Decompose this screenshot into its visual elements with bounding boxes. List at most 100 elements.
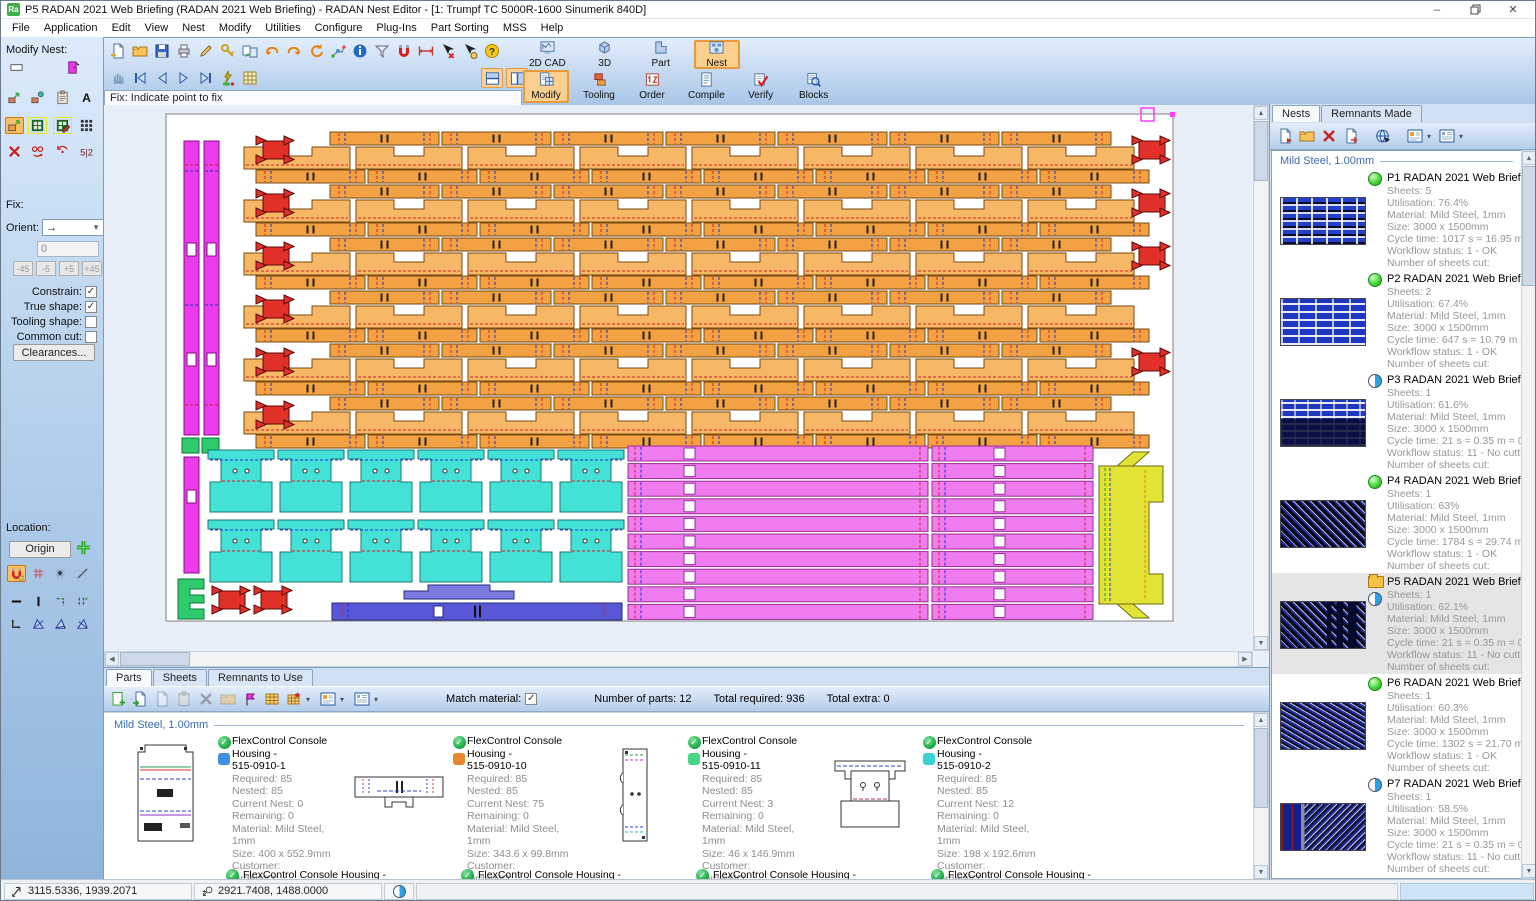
hand-icon[interactable] (108, 68, 128, 88)
tooling-shape-checkbox[interactable] (85, 316, 97, 328)
menu-help[interactable]: Help (534, 21, 571, 35)
mode-buttons-3d[interactable]: 3D (582, 40, 628, 69)
mode-buttons-nest[interactable]: Nest (694, 40, 740, 69)
tool-buttons-verify[interactable]: Verify (738, 70, 784, 103)
cursor-query-icon[interactable] (460, 41, 480, 61)
menu-view[interactable]: View (138, 21, 176, 35)
scroll-right-icon[interactable]: ▶ (1238, 652, 1252, 666)
tool-buttons-tooling[interactable]: Tooling (576, 70, 622, 103)
line-v-icon[interactable] (29, 593, 48, 610)
nest-list-item[interactable]: P5 RADAN 2021 Web BriefingSheets: 1Utili… (1272, 573, 1521, 674)
bolt-icon[interactable] (218, 68, 238, 88)
filter-icon[interactable] (372, 41, 392, 61)
nav-prev-icon[interactable] (152, 68, 172, 88)
undo-icon[interactable] (262, 41, 282, 61)
true-shape-checkbox[interactable]: ✓ (85, 301, 97, 313)
common-cut-checkbox[interactable] (85, 331, 97, 343)
tool-buttons-modify[interactable]: Modify (523, 70, 569, 103)
nav-last-icon[interactable] (196, 68, 216, 88)
split-h-icon[interactable] (481, 68, 503, 88)
clipboard-icon[interactable] (53, 89, 72, 106)
new-doc-icon[interactable] (108, 41, 128, 61)
line-h-icon[interactable] (7, 593, 26, 610)
nest-thumbnail[interactable] (1280, 197, 1366, 245)
nests-vertical-scrollbar[interactable]: ▲ ▼ (1521, 150, 1536, 879)
menu-nest[interactable]: Nest (175, 21, 212, 35)
rotate-part-icon[interactable] (53, 143, 72, 160)
minimize-button[interactable]: – (1427, 3, 1447, 17)
refresh-icon[interactable] (306, 41, 326, 61)
view-detail-icon[interactable] (352, 689, 372, 709)
delete-red-icon[interactable] (5, 143, 24, 160)
corner-pair-icon[interactable] (73, 593, 92, 610)
tab-nests[interactable]: Nests (1272, 105, 1320, 122)
chevron-down-icon[interactable]: ▾ (374, 695, 378, 704)
origin-button[interactable]: Origin (9, 541, 71, 558)
grid-all-icon[interactable] (77, 117, 96, 134)
restore-button[interactable] (1465, 3, 1485, 17)
chevron-down-icon[interactable]: ▾ (340, 695, 344, 704)
grid-edit-icon[interactable] (53, 117, 72, 134)
chevron-down-icon[interactable]: ▾ (1459, 132, 1463, 141)
clearances-button[interactable]: Clearances... (13, 344, 95, 361)
nav-first-icon[interactable] (130, 68, 150, 88)
chevron-down-icon[interactable]: ▾ (1427, 132, 1431, 141)
flat-part-icon[interactable] (7, 59, 26, 76)
paste-gray-icon[interactable] (174, 689, 194, 709)
transfer-icon[interactable] (240, 41, 260, 61)
menu-application[interactable]: Application (37, 21, 105, 35)
nest-list-item[interactable]: P6 RADAN 2021 Web BriefingSheets: 1Utili… (1272, 674, 1521, 775)
menu-part-sorting[interactable]: Part Sorting (424, 21, 496, 35)
nest-thumbnail[interactable] (1280, 702, 1366, 750)
postprocess-icon[interactable] (1373, 126, 1393, 146)
tab-parts[interactable]: Parts (106, 669, 152, 686)
orient-dropdown[interactable]: →▼ (42, 219, 104, 236)
menu-mss[interactable]: MSS (496, 21, 534, 35)
copy-gray-icon[interactable] (152, 689, 172, 709)
rotate-plus45-button[interactable]: +45 (82, 261, 102, 276)
view-detail-icon[interactable] (1437, 126, 1457, 146)
menu-modify[interactable]: Modify (212, 21, 258, 35)
export-nest-icon[interactable] (1341, 126, 1361, 146)
new-part-icon[interactable] (108, 689, 128, 709)
hscroll-thumb[interactable] (120, 652, 190, 666)
open-icon[interactable] (1297, 126, 1317, 146)
vscroll-thumb[interactable] (1254, 121, 1268, 181)
table-add-icon[interactable] (284, 689, 304, 709)
new-nest-icon[interactable] (1275, 126, 1295, 146)
import-part-icon[interactable] (130, 689, 150, 709)
nest-list-item[interactable]: P1 RADAN 2021 Web BriefingSheets: 5Utili… (1272, 169, 1521, 270)
pin-flag-icon[interactable] (240, 689, 260, 709)
part-list-item[interactable]: ✓FlexControl Console Housing -515-0910-1… (112, 735, 345, 863)
angle-input[interactable] (37, 241, 99, 257)
close-button[interactable]: ✕ (1503, 3, 1523, 17)
menu-plug-ins[interactable]: Plug-Ins (369, 21, 423, 35)
branch-icon[interactable] (328, 41, 348, 61)
part-list-item[interactable]: ✓FlexControl Console Housing -515-0910-2… (817, 735, 1050, 863)
menu-edit[interactable]: Edit (105, 21, 138, 35)
nest-drawing[interactable] (104, 105, 1253, 651)
match-material-checkbox[interactable]: ✓ (525, 693, 537, 705)
nest-thumbnail[interactable] (1280, 298, 1366, 346)
grid-red-icon[interactable] (29, 565, 48, 582)
menu-file[interactable]: File (5, 21, 37, 35)
seq-icon[interactable]: 5|2 (77, 143, 96, 160)
scroll-up-icon[interactable]: ▲ (1254, 106, 1268, 120)
rotate-minus5-button[interactable]: -5 (36, 261, 56, 276)
canvas-horizontal-scrollbar[interactable]: ◀ ▶ (104, 651, 1253, 667)
nest-list-item[interactable]: P4 RADAN 2021 Web BriefingSheets: 1Utili… (1272, 472, 1521, 573)
open-icon[interactable] (130, 41, 150, 61)
nest-thumbnail[interactable] (1280, 399, 1366, 447)
rotate-plus5-button[interactable]: +5 (59, 261, 79, 276)
parts-vscroll-thumb[interactable] (1254, 728, 1268, 808)
origin-cross-icon[interactable] (76, 540, 91, 558)
tool-buttons-order[interactable]: Order (629, 70, 675, 103)
angle-c-icon[interactable] (73, 615, 92, 632)
corner-tr-icon[interactable] (51, 593, 70, 610)
scroll-down-icon[interactable]: ▼ (1254, 636, 1268, 650)
canvas-vertical-scrollbar[interactable]: ▲ ▼ (1253, 105, 1269, 651)
grid-diag-icon[interactable] (73, 565, 92, 582)
print-icon[interactable] (174, 41, 194, 61)
menu-utilities[interactable]: Utilities (258, 21, 307, 35)
pin-part-icon[interactable] (28, 89, 47, 106)
